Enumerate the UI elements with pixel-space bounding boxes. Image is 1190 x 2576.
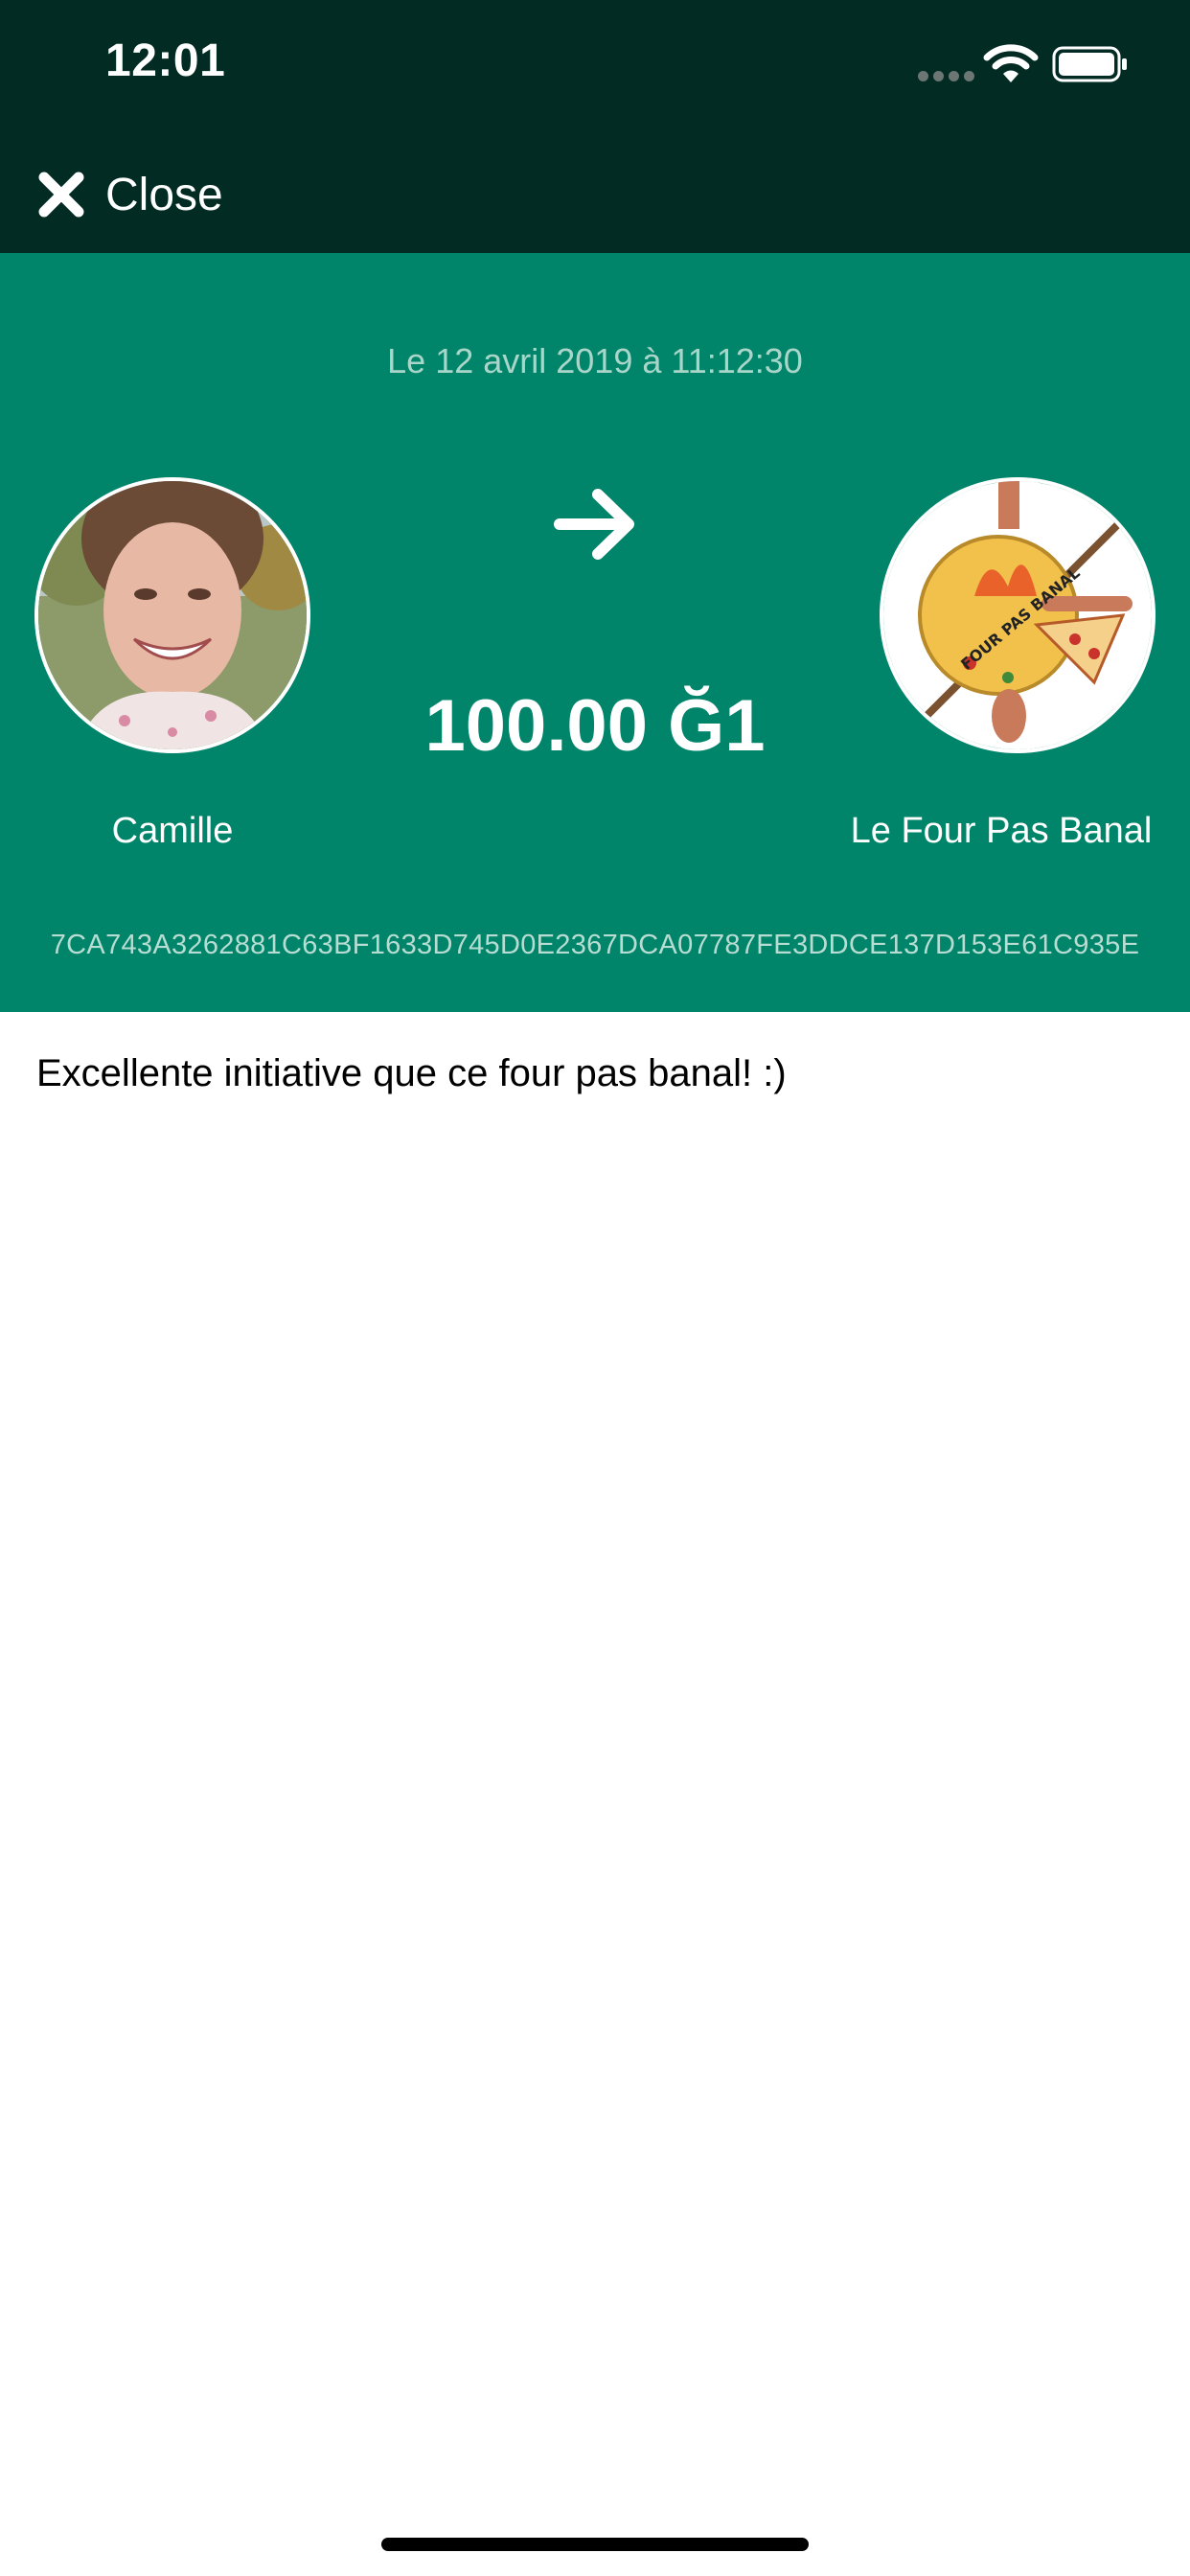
receiver-logo: FOUR PAS BANAL — [883, 481, 1152, 749]
sender-name[interactable]: Camille — [0, 811, 345, 852]
receiver-name[interactable]: Le Four Pas Banal — [824, 811, 1179, 852]
close-button[interactable]: Close — [36, 163, 223, 226]
transaction-hash: 7CA743A3262881C63BF1633D745D0E2367DCA077… — [50, 930, 1140, 960]
wifi-icon — [983, 44, 1039, 82]
cellular-signal-icon — [918, 71, 975, 84]
transaction-date: Le 12 avril 2019 à 11:12:30 — [387, 341, 803, 380]
transaction-header: Le 12 avril 2019 à 11:12:30 100.00 Ğ1 FO… — [0, 253, 1190, 1012]
transaction-comment: Excellente initiative que ce four pas ba… — [36, 1052, 787, 1094]
close-icon — [38, 172, 84, 218]
arrow-right-icon — [554, 489, 634, 560]
battery-icon — [1052, 46, 1127, 82]
status-time: 12:01 — [105, 35, 226, 86]
transaction-detail-screen: 12:01 Close Le 12 avril 2019 à 11:12:30 — [0, 0, 1190, 2576]
receiver-avatar[interactable]: FOUR PAS BANAL — [880, 477, 1156, 753]
home-indicator[interactable] — [381, 2538, 809, 2551]
top-bar: 12:01 Close — [0, 0, 1190, 253]
close-label: Close — [105, 169, 223, 220]
